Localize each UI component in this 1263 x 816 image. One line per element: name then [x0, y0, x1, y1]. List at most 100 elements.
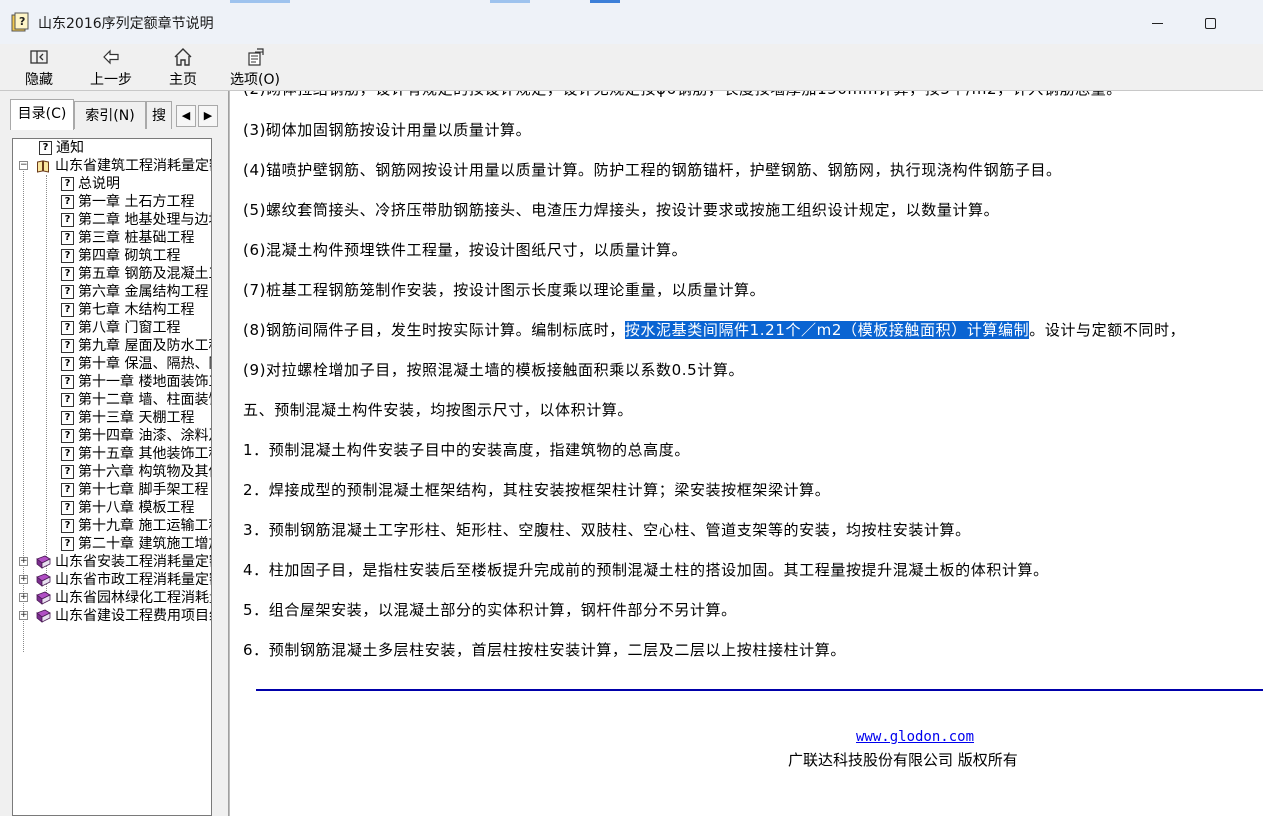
home-label: 主页 — [169, 72, 197, 88]
paragraph-9: (9)对拉螺栓增加子目，按照混凝土墙的模板接触面积乘以系数0.5计算。 — [243, 361, 745, 379]
tab-search[interactable]: 搜 — [146, 101, 172, 129]
tree-item-label: 山东省建设工程费用项目组成 — [55, 608, 211, 624]
help-topic-icon: ? — [61, 357, 74, 371]
closed-book-icon — [36, 609, 51, 623]
paragraph-3: (3)砌体加固钢筋按设计用量以质量计算。 — [243, 121, 532, 139]
help-topic-icon: ? — [61, 231, 74, 245]
help-topic-icon: ? — [61, 501, 74, 515]
home-button[interactable]: 主页 — [160, 44, 206, 90]
maximize-button[interactable] — [1189, 8, 1235, 38]
list-item-5: 5．组合屋架安装，以混凝土部分的实体积计算，钢杆件部分不另计算。 — [243, 601, 737, 619]
paragraph-6: (6)混凝土构件预埋铁件工程量，按设计图纸尺寸，以质量计算。 — [243, 241, 688, 259]
help-topic-icon: ? — [39, 141, 52, 155]
tab-index[interactable]: 索引(N) — [74, 101, 146, 129]
options-button[interactable]: 选项(O) — [224, 44, 286, 90]
help-topic-icon: ? — [61, 177, 74, 191]
paragraph-8-before: (8)钢筋间隔件子目，发生时按实际计算。编制标底时， — [243, 321, 625, 339]
back-arrow-icon — [103, 49, 119, 65]
tree-item-label: 第十章 保温、隔热、防腐工程 — [78, 356, 211, 372]
tree-item-label: 山东省建筑工程消耗量定额 — [55, 158, 212, 174]
tab-contents-label: 目录(C) — [17, 106, 67, 122]
tree-item-label: 第十八章 模板工程 — [78, 500, 195, 516]
tab-scroll-left-button[interactable]: ◀ — [176, 105, 196, 127]
tree-item-label: 山东省安装工程消耗量定额 — [55, 554, 212, 570]
collapse-toggle[interactable]: − — [19, 161, 28, 170]
help-topic-icon: ? — [61, 537, 74, 551]
hide-label: 隐藏 — [25, 72, 53, 88]
help-topic-icon: ? — [61, 339, 74, 353]
help-topic-icon: ? — [61, 285, 74, 299]
help-topic-icon: ? — [61, 411, 74, 425]
paragraph-cut-off: (2)砌体拉结钢筋，设计有规定的按设计规定，设计无规定按φ6钢筋，长度按墙厚加1… — [243, 91, 1122, 99]
expand-toggle[interactable]: + — [19, 575, 28, 584]
closed-book-icon — [36, 573, 51, 587]
help-topic-icon: ? — [61, 393, 74, 407]
tree-item-label: 第二章 地基处理与边坡支护工程 — [78, 212, 211, 228]
title-bar: ? 山东2016序列定额章节说明 — [0, 0, 1263, 44]
tree-item-label: 第七章 木结构工程 — [78, 302, 195, 318]
topic-content: (2)砌体拉结钢筋，设计有规定的按设计规定，设计无规定按φ6钢筋，长度按墙厚加1… — [230, 91, 1263, 816]
help-topic-icon: ? — [61, 429, 74, 443]
paragraph-5: (5)螺纹套筒接头、冷挤压带肋钢筋接头、电渣压力焊接头，按设计要求或按施工组织设… — [243, 201, 1000, 219]
options-icon — [248, 48, 264, 66]
help-topic-icon: ? — [61, 249, 74, 263]
help-topic-icon: ? — [61, 321, 74, 335]
tree-item-label: 第十一章 楼地面装饰工程 — [78, 374, 211, 390]
tree-item-label: 山东省园林绿化工程消耗量定额 — [55, 590, 211, 606]
svg-text:?: ? — [19, 15, 25, 28]
tree-item-label: 第十二章 墙、柱面装饰工程 — [78, 392, 211, 408]
tree-item-label: 第十七章 脚手架工程 — [78, 482, 209, 498]
tree-item-label: 通知 — [56, 140, 84, 156]
tree-item-label: 第十四章 油漆、涂料及裱糊工程 — [78, 428, 211, 444]
expand-toggle[interactable]: + — [19, 593, 28, 602]
taskbar-accent — [590, 0, 620, 3]
open-book-icon — [37, 160, 49, 173]
tree-item-label: 第五章 钢筋及混凝土工程 — [78, 266, 211, 282]
minimize-button[interactable] — [1135, 8, 1181, 38]
tree-guide-line — [46, 175, 47, 595]
list-item-2: 2．焊接成型的预制混凝土框架结构，其柱安装按框架柱计算；梁安装按框架梁计算。 — [243, 481, 831, 499]
taskbar-accent — [230, 0, 290, 3]
hide-pane-icon — [30, 50, 48, 64]
help-topic-icon: ? — [61, 195, 74, 209]
help-topic-icon: ? — [61, 483, 74, 497]
tree-item-label: 第十三章 天棚工程 — [78, 410, 195, 426]
help-topic-icon: ? — [61, 519, 74, 533]
hide-button[interactable]: 隐藏 — [14, 44, 64, 90]
glodon-website-link[interactable]: www.glodon.com — [856, 729, 974, 745]
paragraph-8: (8)钢筋间隔件子目，发生时按实际计算。编制标底时，按水泥基类间隔件1.21个／… — [243, 320, 1185, 340]
expand-toggle[interactable]: + — [19, 557, 28, 566]
tree-item-label: 第十六章 构筑物及其他工程 — [78, 464, 211, 480]
back-label: 上一步 — [90, 72, 132, 88]
navigation-pane: 目录(C) 索引(N) 搜 ◀ ▶ ? 通知 − 山东省建筑工程消耗量定额 ? … — [0, 91, 229, 816]
help-book-app-icon: ? — [11, 12, 29, 32]
back-button[interactable]: 上一步 — [84, 44, 138, 90]
tree-item-label: 第十九章 施工运输工程 — [78, 518, 212, 534]
window-title: 山东2016序列定额章节说明 — [38, 16, 214, 32]
tab-scroll-right-button[interactable]: ▶ — [198, 105, 218, 127]
tree-item-label: 第二十章 建筑施工增加 — [78, 536, 212, 552]
paragraph-4: (4)锚喷护壁钢筋、钢筋网按设计用量以质量计算。防护工程的钢筋锚杆，护壁钢筋、钢… — [243, 161, 1062, 179]
contents-tree: ? 通知 − 山东省建筑工程消耗量定额 ? 总说明 ? 第一章 土石方工程 ? … — [12, 138, 212, 816]
tree-item-label: 第八章 门窗工程 — [78, 320, 181, 336]
paragraph-8-after: 。设计与定额不同时， — [1029, 321, 1186, 339]
footer-divider — [256, 689, 1263, 691]
closed-book-icon — [36, 591, 51, 605]
list-item-4: 4．柱加固子目，是指柱安装后至楼板提升完成前的预制混凝土柱的搭设加固。其工程量按… — [243, 561, 1049, 579]
tab-contents[interactable]: 目录(C) — [10, 99, 74, 130]
expand-toggle[interactable]: + — [19, 611, 28, 620]
help-topic-icon: ? — [61, 303, 74, 317]
paragraph-7: (7)桩基工程钢筋笼制作安装，按设计图示长度乘以理论重量，以质量计算。 — [243, 281, 766, 299]
home-icon — [174, 48, 192, 66]
help-topic-icon: ? — [61, 213, 74, 227]
tree-item-label: 第九章 屋面及防水工程 — [78, 338, 212, 354]
help-topic-icon: ? — [61, 267, 74, 281]
help-topic-icon: ? — [61, 375, 74, 389]
list-item-3: 3．预制钢筋混凝土工字形柱、矩形柱、空腹柱、双肢柱、空心柱、管道支架等的安装，均… — [243, 521, 971, 539]
selected-text[interactable]: 按水泥基类间隔件1.21个／m2（模板接触面积）计算编制 — [624, 321, 1030, 339]
tree-item-label: 第三章 桩基础工程 — [78, 230, 195, 246]
list-item-6: 6．预制钢筋混凝土多层柱安装，首层柱按柱安装计算，二层及二层以上按柱接柱计算。 — [243, 641, 846, 659]
taskbar-accent — [490, 0, 530, 3]
help-topic-icon: ? — [61, 465, 74, 479]
toolbar: 隐藏 上一步 主页 选项(O) — [0, 44, 1263, 91]
